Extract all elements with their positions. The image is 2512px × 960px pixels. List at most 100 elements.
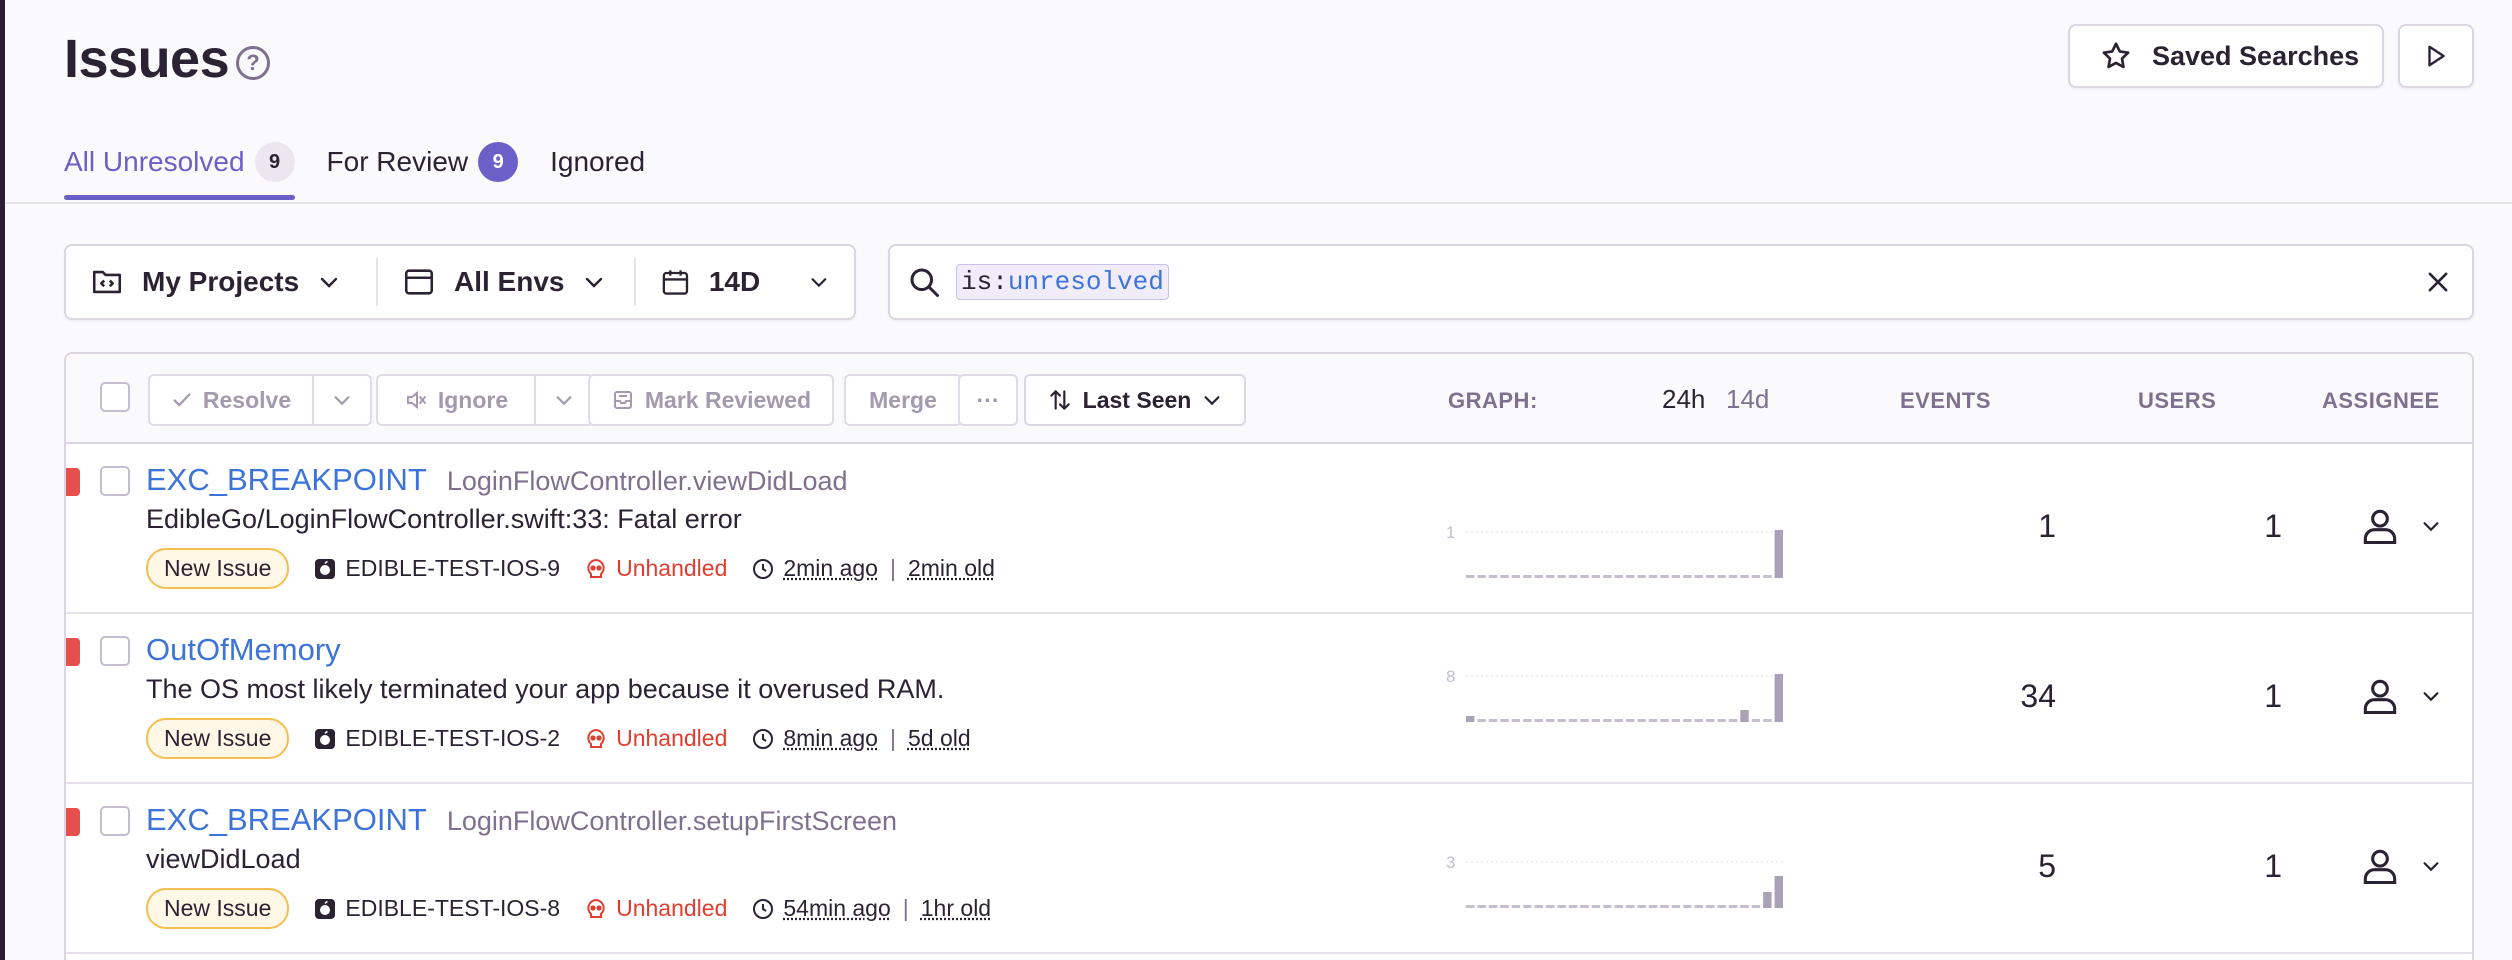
tab-label: All Unresolved: [64, 146, 245, 178]
graph-period-24h[interactable]: 24h: [1662, 384, 1705, 415]
chevron-down-icon: [331, 389, 353, 411]
help-icon[interactable]: ?: [236, 46, 270, 80]
count-badge: 9: [478, 142, 518, 182]
graph-bar: [1580, 905, 1588, 908]
skull-icon: [584, 897, 608, 921]
issue-type-link[interactable]: EXC_BREAKPOINT: [146, 802, 427, 837]
graph-bar: [1763, 892, 1771, 908]
page-title: Issues: [64, 28, 229, 90]
assignee-selector[interactable]: [2358, 674, 2442, 718]
graph-bar: [1489, 905, 1497, 908]
more-actions-button[interactable]: ···: [958, 374, 1018, 426]
graph-bar: [1466, 905, 1474, 908]
graph-bar: [1603, 719, 1611, 722]
time-info: 2min ago | 2min old: [751, 555, 995, 582]
resolve-button[interactable]: Resolve: [148, 374, 314, 426]
time-info: 8min ago | 5d old: [751, 725, 970, 752]
chevron-down-icon: [317, 270, 341, 294]
unhandled-label: Unhandled: [616, 725, 727, 752]
graph-bar: [1546, 575, 1554, 578]
graph-bar: [1637, 719, 1645, 722]
graph-period-14d[interactable]: 14d: [1726, 384, 1769, 415]
unhandled-tag: Unhandled: [584, 555, 727, 582]
environment-filter-label: All Envs: [454, 266, 564, 298]
tab-for-review[interactable]: For Review 9: [327, 138, 519, 186]
graph-bar: [1717, 905, 1725, 908]
issue-type-link[interactable]: OutOfMemory: [146, 632, 341, 667]
graph-bar: [1637, 905, 1645, 908]
graph-bar: [1512, 905, 1520, 908]
play-icon: [2423, 43, 2449, 69]
issue-row[interactable]: EXC_BREAKPOINT LoginFlowController.viewDi…: [66, 444, 2472, 614]
ignore-button[interactable]: Ignore: [376, 374, 536, 426]
chevron-down-icon: [1201, 389, 1223, 411]
close-icon[interactable]: [2424, 268, 2452, 296]
project-name: EDIBLE-TEST-IOS-2: [345, 725, 560, 752]
issue-checkbox[interactable]: [100, 636, 130, 666]
date-filter[interactable]: 14D: [634, 258, 854, 306]
issue-title[interactable]: EXC_BREAKPOINT LoginFlowController.setupF…: [146, 802, 897, 838]
graph-bar: [1546, 719, 1554, 722]
assignee-selector[interactable]: [2358, 504, 2442, 548]
issue-checkbox[interactable]: [100, 466, 130, 496]
assignee-selector[interactable]: [2358, 844, 2442, 888]
tab-all-unresolved[interactable]: All Unresolved 9: [64, 138, 295, 186]
resolve-dropdown-button[interactable]: [312, 374, 372, 426]
project-tag[interactable]: EDIBLE-TEST-IOS-9: [313, 555, 560, 582]
environment-filter[interactable]: All Envs: [376, 258, 634, 306]
issue-title[interactable]: OutOfMemory: [146, 632, 341, 668]
ignore-dropdown-button[interactable]: [534, 374, 594, 426]
event-sparkline: 1: [1446, 524, 1786, 584]
unhandled-tag: Unhandled: [584, 725, 727, 752]
graph-bar: [1466, 575, 1474, 578]
sort-button[interactable]: Last Seen: [1024, 374, 1246, 426]
error-level-indicator: [64, 468, 80, 496]
graph-column-label: GRAPH:: [1448, 388, 1538, 414]
graph-bar: [1569, 905, 1577, 908]
chevron-down-icon: [808, 270, 830, 294]
search-token-key: is:: [961, 267, 1008, 297]
issue-location: LoginFlowController.setupFirstScreen: [447, 806, 897, 836]
graph-bar: [1615, 575, 1623, 578]
graph-bar: [1706, 719, 1714, 722]
graph-bar: [1729, 719, 1737, 722]
select-all-checkbox[interactable]: [100, 382, 130, 412]
last-seen: 54min ago: [783, 895, 890, 922]
issue-search-bar[interactable]: is:unresolved: [888, 244, 2474, 320]
users-column-label: USERS: [2138, 388, 2216, 414]
graph-bar: [1752, 719, 1760, 722]
graph-bar: [1477, 719, 1485, 722]
graph-bar: [1683, 905, 1691, 908]
graph-bar: [1740, 710, 1748, 722]
search-token[interactable]: is:unresolved: [956, 264, 1169, 300]
date-filter-label: 14D: [709, 266, 760, 298]
merge-label: Merge: [869, 387, 937, 414]
graph-bar: [1466, 716, 1474, 722]
graph-bar: [1592, 575, 1600, 578]
issue-row[interactable]: OutOfMemory The OS most likely terminate…: [66, 614, 2472, 784]
resolve-label: Resolve: [203, 387, 291, 414]
project-tag[interactable]: EDIBLE-TEST-IOS-2: [313, 725, 560, 752]
new-issue-badge: New Issue: [146, 888, 289, 929]
graph-bar: [1775, 674, 1783, 722]
issue-row[interactable]: EXC_BREAKPOINT LoginFlowController.setupF…: [66, 784, 2472, 954]
graph-max-label: 8: [1446, 668, 1455, 686]
error-level-indicator: [64, 638, 80, 666]
new-issue-badge: New Issue: [146, 718, 289, 759]
graph-bar: [1512, 719, 1520, 722]
tab-ignored[interactable]: Ignored: [550, 138, 645, 186]
project-tag[interactable]: EDIBLE-TEST-IOS-8: [313, 895, 560, 922]
graph-bar: [1523, 905, 1531, 908]
graph-bar: [1500, 905, 1508, 908]
issue-checkbox[interactable]: [100, 806, 130, 836]
saved-searches-button[interactable]: Saved Searches: [2068, 24, 2384, 88]
events-count: 5: [1906, 848, 2056, 885]
graph-bar: [1477, 575, 1485, 578]
issue-title[interactable]: EXC_BREAKPOINT LoginFlowController.viewDi…: [146, 462, 848, 498]
issue-type-link[interactable]: EXC_BREAKPOINT: [146, 462, 427, 497]
mark-reviewed-button[interactable]: Mark Reviewed: [588, 374, 834, 426]
project-filter[interactable]: My Projects: [66, 246, 376, 318]
realtime-play-button[interactable]: [2398, 24, 2474, 88]
apple-icon: [313, 897, 337, 921]
merge-button[interactable]: Merge: [844, 374, 962, 426]
